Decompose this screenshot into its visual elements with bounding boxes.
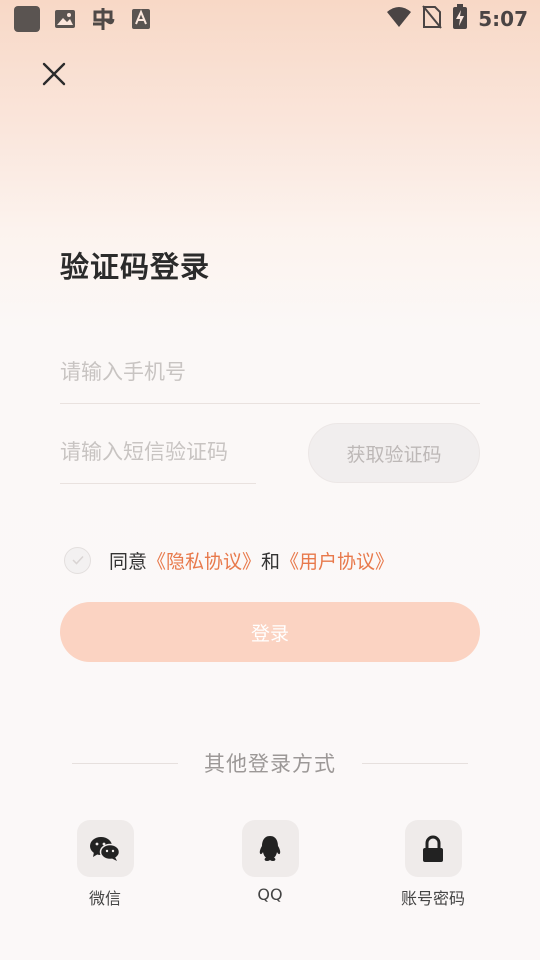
- phone-input[interactable]: [60, 344, 480, 400]
- agreement-row: 同意 《隐私协议》 和 《用户协议》: [64, 544, 394, 576]
- bug-icon: [90, 6, 116, 32]
- user-agreement-link[interactable]: 《用户协议》: [280, 547, 394, 574]
- qq-login-button[interactable]: QQ: [220, 820, 320, 904]
- sms-code-field: [60, 424, 256, 484]
- wechat-label: 微信: [88, 889, 121, 908]
- page-title: 验证码登录: [60, 250, 211, 284]
- agreement-checkbox[interactable]: [64, 546, 91, 574]
- font-icon: [128, 6, 154, 32]
- lock-icon: [404, 820, 462, 877]
- no-sim-icon: [422, 5, 443, 33]
- battery-charging-icon: [452, 4, 468, 34]
- password-login-button[interactable]: 账号密码: [383, 820, 483, 909]
- qq-icon: [241, 820, 299, 877]
- phone-field: [60, 344, 480, 404]
- privacy-policy-link[interactable]: 《隐私协议》: [147, 547, 261, 574]
- close-button[interactable]: [36, 56, 72, 92]
- divider-line-right: [362, 762, 468, 764]
- check-icon: [71, 555, 84, 565]
- wifi-icon: [386, 6, 412, 32]
- sms-code-input[interactable]: [60, 424, 256, 480]
- divider-line-left: [72, 762, 178, 764]
- password-login-label: 账号密码: [400, 889, 465, 908]
- agreement-conjunction: 和: [261, 550, 281, 573]
- wechat-icon: [76, 820, 134, 877]
- get-code-button[interactable]: 获取验证码: [308, 423, 480, 483]
- app-icon: [14, 6, 40, 32]
- image-icon: [52, 6, 78, 32]
- other-login-label: 其他登录方式: [204, 752, 336, 776]
- close-icon: [42, 62, 66, 86]
- wechat-login-button[interactable]: 微信: [55, 820, 155, 909]
- agreement-prefix: 同意: [109, 550, 148, 573]
- status-bar: 5:07: [0, 0, 540, 36]
- other-login-divider: 其他登录方式: [72, 748, 468, 778]
- status-time: 5:07: [478, 7, 528, 31]
- qq-label: QQ: [257, 885, 283, 904]
- login-button[interactable]: 登录: [60, 602, 480, 662]
